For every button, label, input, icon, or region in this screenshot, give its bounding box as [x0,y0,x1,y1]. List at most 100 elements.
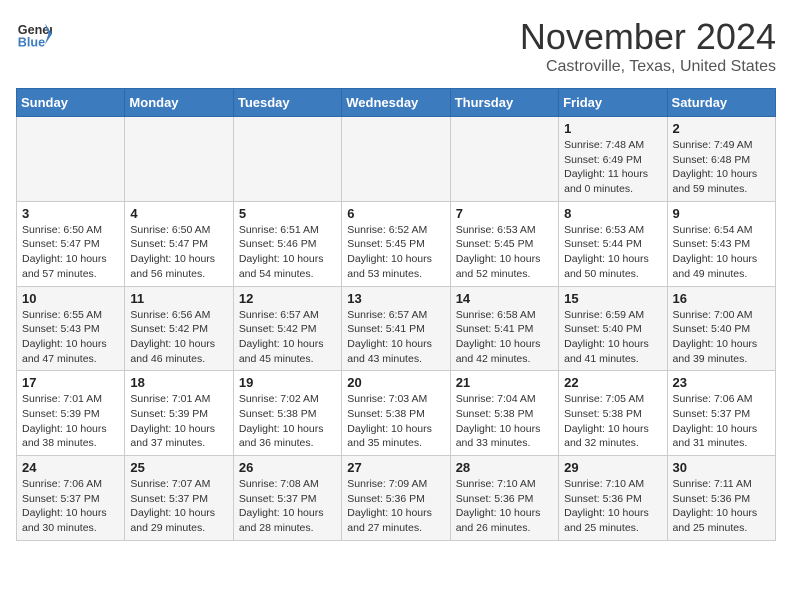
day-info: Sunrise: 6:53 AM Sunset: 5:45 PM Dayligh… [456,223,553,282]
calendar-day-cell: 2 Sunrise: 7:49 AM Sunset: 6:48 PM Daylig… [667,117,775,202]
header: General Blue November 2024 Castroville, … [16,16,776,76]
calendar-day-cell [342,117,450,202]
day-number: 28 [456,460,553,475]
calendar-week-row: 17 Sunrise: 7:01 AM Sunset: 5:39 PM Dayli… [17,371,776,456]
calendar-day-cell: 18 Sunrise: 7:01 AM Sunset: 5:39 PM Dayli… [125,371,233,456]
day-number: 30 [673,460,770,475]
day-number: 23 [673,375,770,390]
day-number: 3 [22,206,119,221]
day-number: 13 [347,291,444,306]
day-number: 15 [564,291,661,306]
calendar-day-cell: 19 Sunrise: 7:02 AM Sunset: 5:38 PM Dayli… [233,371,341,456]
calendar-day-cell: 20 Sunrise: 7:03 AM Sunset: 5:38 PM Dayli… [342,371,450,456]
calendar-day-cell: 24Sunrise: 7:06 AM Sunset: 5:37 PM Dayli… [17,456,125,541]
calendar-day-cell: 22 Sunrise: 7:05 AM Sunset: 5:38 PM Dayli… [559,371,667,456]
day-info: Sunrise: 6:56 AM Sunset: 5:42 PM Dayligh… [130,308,227,367]
calendar-day-cell: 26 Sunrise: 7:08 AM Sunset: 5:37 PM Dayli… [233,456,341,541]
day-info: Sunrise: 6:52 AM Sunset: 5:45 PM Dayligh… [347,223,444,282]
calendar-day-cell: 6 Sunrise: 6:52 AM Sunset: 5:45 PM Daylig… [342,201,450,286]
calendar-day-cell: 23 Sunrise: 7:06 AM Sunset: 5:37 PM Dayli… [667,371,775,456]
logo: General Blue [16,16,52,52]
calendar-day-cell: 28 Sunrise: 7:10 AM Sunset: 5:36 PM Dayli… [450,456,558,541]
day-info: Sunrise: 6:55 AM Sunset: 5:43 PM Dayligh… [22,308,119,367]
day-info: Sunrise: 6:50 AM Sunset: 5:47 PM Dayligh… [130,223,227,282]
day-number: 22 [564,375,661,390]
day-info: Sunrise: 7:49 AM Sunset: 6:48 PM Dayligh… [673,138,770,197]
calendar-day-cell: 14 Sunrise: 6:58 AM Sunset: 5:41 PM Dayli… [450,286,558,371]
calendar-day-cell [125,117,233,202]
day-of-week-header: Tuesday [233,89,341,117]
calendar-day-cell: 3Sunrise: 6:50 AM Sunset: 5:47 PM Daylig… [17,201,125,286]
day-info: Sunrise: 7:05 AM Sunset: 5:38 PM Dayligh… [564,392,661,451]
day-number: 14 [456,291,553,306]
day-info: Sunrise: 7:09 AM Sunset: 5:36 PM Dayligh… [347,477,444,536]
svg-text:Blue: Blue [18,36,45,50]
day-info: Sunrise: 6:53 AM Sunset: 5:44 PM Dayligh… [564,223,661,282]
calendar-day-cell: 8Sunrise: 6:53 AM Sunset: 5:44 PM Daylig… [559,201,667,286]
day-number: 18 [130,375,227,390]
day-info: Sunrise: 7:00 AM Sunset: 5:40 PM Dayligh… [673,308,770,367]
calendar-day-cell: 5Sunrise: 6:51 AM Sunset: 5:46 PM Daylig… [233,201,341,286]
day-number: 19 [239,375,336,390]
day-info: Sunrise: 6:57 AM Sunset: 5:41 PM Dayligh… [347,308,444,367]
calendar-day-cell: 1 Sunrise: 7:48 AM Sunset: 6:49 PM Daylig… [559,117,667,202]
calendar-day-cell: 13 Sunrise: 6:57 AM Sunset: 5:41 PM Dayli… [342,286,450,371]
main-title: November 2024 [520,16,776,58]
day-number: 10 [22,291,119,306]
day-number: 2 [673,121,770,136]
day-number: 6 [347,206,444,221]
day-number: 24 [22,460,119,475]
calendar-week-row: 3 Sunrise: 6:50 AM Sunset: 5:47 PM Daylig… [17,201,776,286]
calendar-week-row: 24Sunrise: 7:06 AM Sunset: 5:37 PM Dayli… [17,456,776,541]
day-number: 25 [130,460,227,475]
day-number: 17 [22,375,119,390]
day-info: Sunrise: 6:59 AM Sunset: 5:40 PM Dayligh… [564,308,661,367]
day-number: 4 [130,206,227,221]
day-info: Sunrise: 7:07 AM Sunset: 5:37 PM Dayligh… [130,477,227,536]
calendar-day-cell: 15 Sunrise: 6:59 AM Sunset: 5:40 PM Dayli… [559,286,667,371]
day-of-week-header: Monday [125,89,233,117]
calendar-day-cell: 4 Sunrise: 6:50 AM Sunset: 5:47 PM Daylig… [125,201,233,286]
calendar-week-row: 1 Sunrise: 7:48 AM Sunset: 6:49 PM Daylig… [17,117,776,202]
day-number: 16 [673,291,770,306]
day-info: Sunrise: 6:57 AM Sunset: 5:42 PM Dayligh… [239,308,336,367]
day-of-week-header: Wednesday [342,89,450,117]
calendar-day-cell: 29Sunrise: 7:10 AM Sunset: 5:36 PM Dayli… [559,456,667,541]
day-number: 27 [347,460,444,475]
calendar-day-cell: 10 Sunrise: 6:55 AM Sunset: 5:43 PM Dayli… [17,286,125,371]
day-info: Sunrise: 7:04 AM Sunset: 5:38 PM Dayligh… [456,392,553,451]
day-number: 7 [456,206,553,221]
day-info: Sunrise: 7:03 AM Sunset: 5:38 PM Dayligh… [347,392,444,451]
day-info: Sunrise: 7:01 AM Sunset: 5:39 PM Dayligh… [130,392,227,451]
day-info: Sunrise: 7:48 AM Sunset: 6:49 PM Dayligh… [564,138,661,197]
calendar-week-row: 10 Sunrise: 6:55 AM Sunset: 5:43 PM Dayli… [17,286,776,371]
calendar-header: SundayMondayTuesdayWednesdayThursdayFrid… [17,89,776,117]
day-info: Sunrise: 6:51 AM Sunset: 5:46 PM Dayligh… [239,223,336,282]
day-info: Sunrise: 7:06 AM Sunset: 5:37 PM Dayligh… [673,392,770,451]
day-of-week-header: Thursday [450,89,558,117]
day-info: Sunrise: 6:58 AM Sunset: 5:41 PM Dayligh… [456,308,553,367]
days-of-week-row: SundayMondayTuesdayWednesdayThursdayFrid… [17,89,776,117]
calendar-body: 1 Sunrise: 7:48 AM Sunset: 6:49 PM Daylig… [17,117,776,541]
day-number: 9 [673,206,770,221]
calendar-day-cell [233,117,341,202]
calendar-day-cell: 7 Sunrise: 6:53 AM Sunset: 5:45 PM Daylig… [450,201,558,286]
subtitle: Castroville, Texas, United States [520,58,776,76]
day-number: 26 [239,460,336,475]
day-info: Sunrise: 7:10 AM Sunset: 5:36 PM Dayligh… [564,477,661,536]
calendar-day-cell [17,117,125,202]
day-info: Sunrise: 7:08 AM Sunset: 5:37 PM Dayligh… [239,477,336,536]
day-number: 1 [564,121,661,136]
day-of-week-header: Saturday [667,89,775,117]
calendar-day-cell [450,117,558,202]
day-of-week-header: Sunday [17,89,125,117]
day-number: 20 [347,375,444,390]
calendar-table: SundayMondayTuesdayWednesdayThursdayFrid… [16,88,776,541]
calendar-day-cell: 16 Sunrise: 7:00 AM Sunset: 5:40 PM Dayli… [667,286,775,371]
calendar-day-cell: 30 Sunrise: 7:11 AM Sunset: 5:36 PM Dayli… [667,456,775,541]
day-of-week-header: Friday [559,89,667,117]
day-info: Sunrise: 7:02 AM Sunset: 5:38 PM Dayligh… [239,392,336,451]
calendar-day-cell: 9Sunrise: 6:54 AM Sunset: 5:43 PM Daylig… [667,201,775,286]
day-info: Sunrise: 7:11 AM Sunset: 5:36 PM Dayligh… [673,477,770,536]
day-info: Sunrise: 7:10 AM Sunset: 5:36 PM Dayligh… [456,477,553,536]
